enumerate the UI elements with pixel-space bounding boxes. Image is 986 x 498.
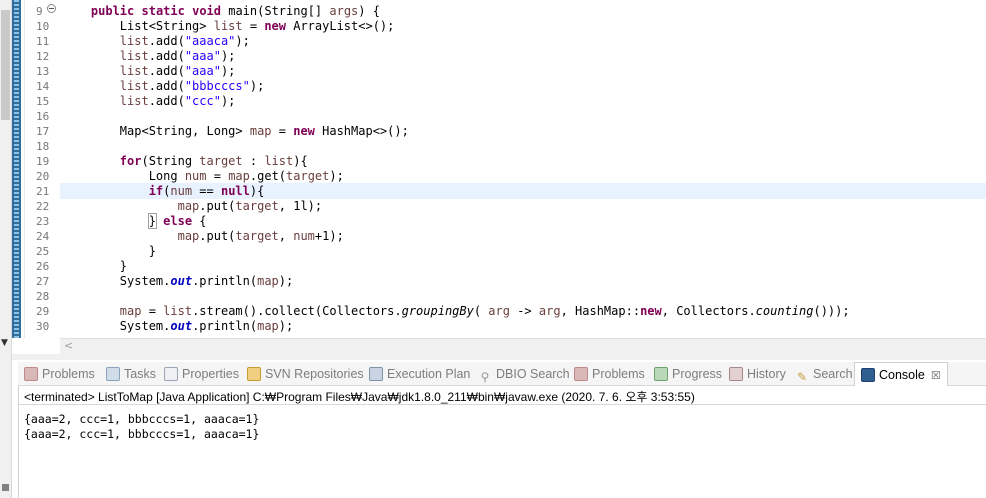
line-number: 24 [36,230,50,243]
search-icon: ⚲ [480,370,490,384]
properties-icon [164,367,178,381]
chevron-left-icon[interactable]: < [64,339,73,352]
code-line[interactable]: public static void main(String[] args) { [62,4,982,19]
line-number: 27 [36,275,50,288]
code-line[interactable]: for(String target : list){ [62,154,982,169]
close-icon[interactable]: ☒ [931,370,941,382]
console-status: <terminated> ListToMap [Java Application… [24,390,695,404]
line-number: 16 [36,110,50,123]
code-line[interactable]: } else { [62,213,982,229]
line-number: 28 [36,290,50,303]
code-line[interactable]: List<String> list = new ArrayList<>(); [62,19,982,34]
tab-label: History [747,367,786,381]
line-number: 21 [36,185,50,198]
horizontal-scrollbar[interactable]: < [60,338,986,354]
code-line[interactable] [62,139,982,154]
code-line[interactable]: list.add("aaaca"); [62,34,982,49]
line-number: 22 [36,200,50,213]
tab-label: SVN Repositories [265,367,364,381]
code-line[interactable]: list.add("aaa"); [62,49,982,64]
line-number: 15 [36,95,50,108]
line-number: 29 [36,305,50,318]
tab-label: Console [879,368,925,382]
line-number: 18 [36,140,50,153]
problems-icon [24,367,38,381]
code-line[interactable]: list.add("aaa"); [62,64,982,79]
tab-dbio-search[interactable]: ⚲ DBIO Search [478,362,570,386]
chevron-down-icon[interactable]: ▼ [1,338,8,348]
code-line[interactable]: System.out.println(map); [62,274,982,289]
window-scrollbar[interactable]: ▼ [0,0,12,498]
line-number: 23 [36,215,50,228]
tab-label: DBIO Search [496,367,570,381]
code-line[interactable]: map.put(target, 1l); [62,199,982,214]
line-number: 20 [36,170,50,183]
line-number: 13 [36,65,50,78]
code-line[interactable]: map.put(target, num+1); [62,229,982,244]
tab-console[interactable]: Console ☒ [854,362,948,386]
panel-separator[interactable] [12,354,986,360]
problems-icon [574,367,588,381]
line-number: 30 [36,320,50,333]
tab-label: Search [813,367,853,381]
search-icon: ✎ [796,370,808,384]
code-line[interactable] [62,289,982,304]
tab-label: Problems [42,367,95,381]
line-number: 9 [36,5,43,18]
code-line[interactable]: Map<String, Long> map = new HashMap<>(); [62,124,982,139]
tab-search[interactable]: ✎ Search [795,362,853,386]
line-number: 14 [36,80,50,93]
tab-label: Execution Plan [387,367,471,381]
console-output-line[interactable]: {aaa=2, ccc=1, bbbcccs=1, aaaca=1} [24,427,259,442]
execution-plan-icon [369,367,383,381]
code-line[interactable]: Long num = map.get(target); [62,169,982,184]
tab-problems-2[interactable]: Problems [574,362,645,386]
views-tab-bar: Problems Tasks Properties SVN Repositori… [18,362,986,386]
code-line[interactable]: if(num == null){ [62,184,982,199]
progress-icon [654,367,668,381]
code-line[interactable] [62,109,982,124]
code-line[interactable]: } [62,259,982,274]
code-line[interactable]: } [62,244,982,259]
divider [18,404,986,405]
tasks-icon [106,367,120,381]
svn-icon [247,367,261,381]
console-icon [861,368,875,382]
change-ruler-marks [14,0,19,338]
tab-history[interactable]: History [729,362,786,386]
line-number: 26 [36,260,50,273]
tab-label: Problems [592,367,645,381]
tab-svn-repositories[interactable]: SVN Repositories [247,362,364,386]
console-output-line[interactable]: {aaa=2, ccc=1, bbbcccs=1, aaaca=1} [24,412,259,427]
line-number: 10 [36,20,50,33]
line-number: 11 [36,35,50,48]
code-line[interactable]: list.add("ccc"); [62,94,982,109]
tab-tasks[interactable]: Tasks [106,362,156,386]
history-icon [729,367,743,381]
line-number: 19 [36,155,50,168]
tab-properties[interactable]: Properties [164,362,239,386]
tab-label: Tasks [124,367,156,381]
tab-label: Properties [182,367,239,381]
line-number: 12 [36,50,50,63]
tab-execution-plan[interactable]: Execution Plan [369,362,470,386]
line-number: 17 [36,125,50,138]
code-line[interactable]: map = list.stream().collect(Collectors.g… [62,304,982,319]
tab-label: Progress [672,367,723,381]
tab-problems[interactable]: Problems [24,362,95,386]
code-line[interactable]: list.add("bbbcccs"); [62,79,982,94]
scrollbar-marker [2,484,9,491]
code-line[interactable]: System.out.println(map); [62,319,982,334]
line-number: 25 [36,245,50,258]
scrollbar-thumb[interactable] [1,10,10,120]
tab-progress[interactable]: Progress [654,362,722,386]
